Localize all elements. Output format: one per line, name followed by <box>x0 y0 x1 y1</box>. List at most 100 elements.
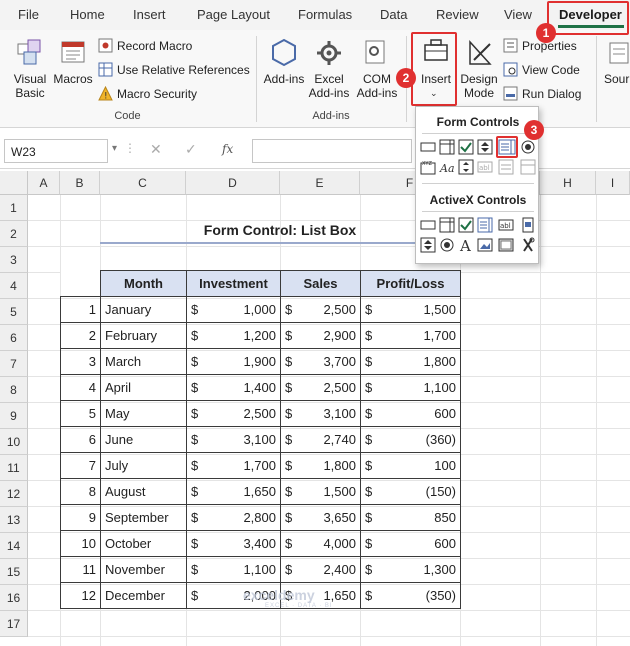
visual-basic-button[interactable]: Visual Basic <box>4 72 56 100</box>
row-header[interactable]: 7 <box>0 351 28 377</box>
formula-input[interactable] <box>252 139 412 163</box>
view-code-button[interactable]: View Code <box>503 62 580 77</box>
enter-checkmark-icon[interactable]: ✓ <box>185 141 197 158</box>
activex-text-box-icon[interactable]: abl <box>498 217 514 233</box>
row-header[interactable]: 13 <box>0 507 28 533</box>
profit-loss-cell[interactable]: $1,700 <box>360 322 461 349</box>
add-ins-button[interactable]: Add-ins <box>262 72 306 86</box>
macros-button[interactable]: Macros <box>50 72 96 86</box>
com-add-ins-button[interactable]: COM Add-ins <box>352 72 402 100</box>
row-header[interactable]: 16 <box>0 585 28 611</box>
investment-cell[interactable]: $2,500 <box>186 400 281 427</box>
combo-box-control-icon[interactable] <box>439 139 455 155</box>
excel-add-ins-button[interactable]: Excel Add-ins <box>302 72 356 100</box>
month-cell[interactable]: February <box>100 322 187 349</box>
sales-cell[interactable]: $2,900 <box>280 322 361 349</box>
sheet-title[interactable]: Form Control: List Box <box>100 222 460 238</box>
row-header[interactable]: 2 <box>0 221 28 247</box>
group-box-control-icon[interactable]: XYZ <box>420 159 436 175</box>
spin-button-control-icon[interactable] <box>477 139 493 155</box>
header-month[interactable]: Month <box>100 270 187 297</box>
column-header-c[interactable]: C <box>100 171 186 195</box>
investment-cell[interactable]: $1,900 <box>186 348 281 375</box>
tab-file[interactable]: File <box>18 7 39 22</box>
row-number-cell[interactable]: 2 <box>60 322 101 349</box>
column-header-d[interactable]: D <box>186 171 280 195</box>
row-number-cell[interactable]: 3 <box>60 348 101 375</box>
activex-label-icon[interactable]: A <box>458 237 474 255</box>
row-header[interactable]: 11 <box>0 455 28 481</box>
name-box-dropdown-icon[interactable]: ▾ <box>112 143 117 154</box>
sales-cell[interactable]: $3,100 <box>280 400 361 427</box>
profit-loss-cell[interactable]: $600 <box>360 530 461 557</box>
row-number-cell[interactable]: 9 <box>60 504 101 531</box>
investment-cell[interactable]: $1,650 <box>186 478 281 505</box>
month-cell[interactable]: December <box>100 582 187 609</box>
more-controls-tools-icon[interactable] <box>520 237 536 253</box>
activex-checkbox-icon[interactable] <box>458 217 474 233</box>
activex-option-button-icon[interactable] <box>439 237 455 253</box>
header-investment[interactable]: Investment <box>186 270 281 297</box>
sales-cell[interactable]: $2,500 <box>280 374 361 401</box>
design-mode-button[interactable]: Design Mode <box>456 72 502 100</box>
sales-cell[interactable]: $4,000 <box>280 530 361 557</box>
month-cell[interactable]: May <box>100 400 187 427</box>
activex-combo-box-icon[interactable] <box>439 217 455 233</box>
profit-loss-cell[interactable]: $850 <box>360 504 461 531</box>
row-number-cell[interactable]: 4 <box>60 374 101 401</box>
row-header[interactable]: 6 <box>0 325 28 351</box>
select-all-corner[interactable] <box>0 171 28 195</box>
row-header[interactable]: 3 <box>0 247 28 273</box>
row-number-cell[interactable]: 6 <box>60 426 101 453</box>
row-header[interactable]: 17 <box>0 611 28 637</box>
row-number-cell[interactable]: 12 <box>60 582 101 609</box>
insert-function-icon[interactable]: fx <box>222 142 233 156</box>
row-number-cell[interactable]: 11 <box>60 556 101 583</box>
sales-cell[interactable]: $3,700 <box>280 348 361 375</box>
checkbox-control-icon[interactable] <box>458 139 474 155</box>
activex-spin-button-icon[interactable] <box>420 237 436 253</box>
row-header[interactable]: 10 <box>0 429 28 455</box>
month-cell[interactable]: March <box>100 348 187 375</box>
tab-view[interactable]: View <box>504 7 532 22</box>
row-number-cell[interactable]: 5 <box>60 400 101 427</box>
tab-formulas[interactable]: Formulas <box>298 7 352 22</box>
row-header[interactable]: 12 <box>0 481 28 507</box>
month-cell[interactable]: September <box>100 504 187 531</box>
investment-cell[interactable]: $2,800 <box>186 504 281 531</box>
month-cell[interactable]: April <box>100 374 187 401</box>
investment-cell[interactable]: $3,400 <box>186 530 281 557</box>
profit-loss-cell[interactable]: $ (350) <box>360 582 461 609</box>
label-control-icon[interactable]: Aa <box>439 159 455 175</box>
row-header[interactable]: 4 <box>0 273 28 299</box>
activex-image-icon[interactable] <box>477 237 493 253</box>
tab-insert[interactable]: Insert <box>133 7 166 22</box>
scroll-bar-control-icon[interactable] <box>458 159 474 175</box>
row-header[interactable]: 5 <box>0 299 28 325</box>
header-sales[interactable]: Sales <box>280 270 361 297</box>
tab-data[interactable]: Data <box>380 7 407 22</box>
activex-toggle-button-icon[interactable] <box>498 237 514 253</box>
row-header[interactable]: 1 <box>0 195 28 221</box>
investment-cell[interactable]: $1,700 <box>186 452 281 479</box>
column-header-e[interactable]: E <box>280 171 360 195</box>
row-header[interactable]: 9 <box>0 403 28 429</box>
profit-loss-cell[interactable]: $1,800 <box>360 348 461 375</box>
sales-cell[interactable]: $1,800 <box>280 452 361 479</box>
row-header[interactable]: 15 <box>0 559 28 585</box>
macro-security-button[interactable]: ! Macro Security <box>98 85 197 102</box>
row-number-cell[interactable]: 8 <box>60 478 101 505</box>
source-button[interactable]: Sour <box>604 72 630 86</box>
column-header-b[interactable]: B <box>60 171 100 195</box>
column-header-a[interactable]: A <box>28 171 60 195</box>
profit-loss-cell[interactable]: $1,100 <box>360 374 461 401</box>
row-header[interactable]: 14 <box>0 533 28 559</box>
run-dialog-button[interactable]: Run Dialog <box>503 86 581 101</box>
sales-cell[interactable]: $3,650 <box>280 504 361 531</box>
tab-page-layout[interactable]: Page Layout <box>197 7 270 22</box>
row-number-cell[interactable]: 7 <box>60 452 101 479</box>
investment-cell[interactable]: $1,200 <box>186 322 281 349</box>
month-cell[interactable]: August <box>100 478 187 505</box>
cancel-icon[interactable]: ✕ <box>150 141 162 158</box>
investment-cell[interactable]: $1,400 <box>186 374 281 401</box>
